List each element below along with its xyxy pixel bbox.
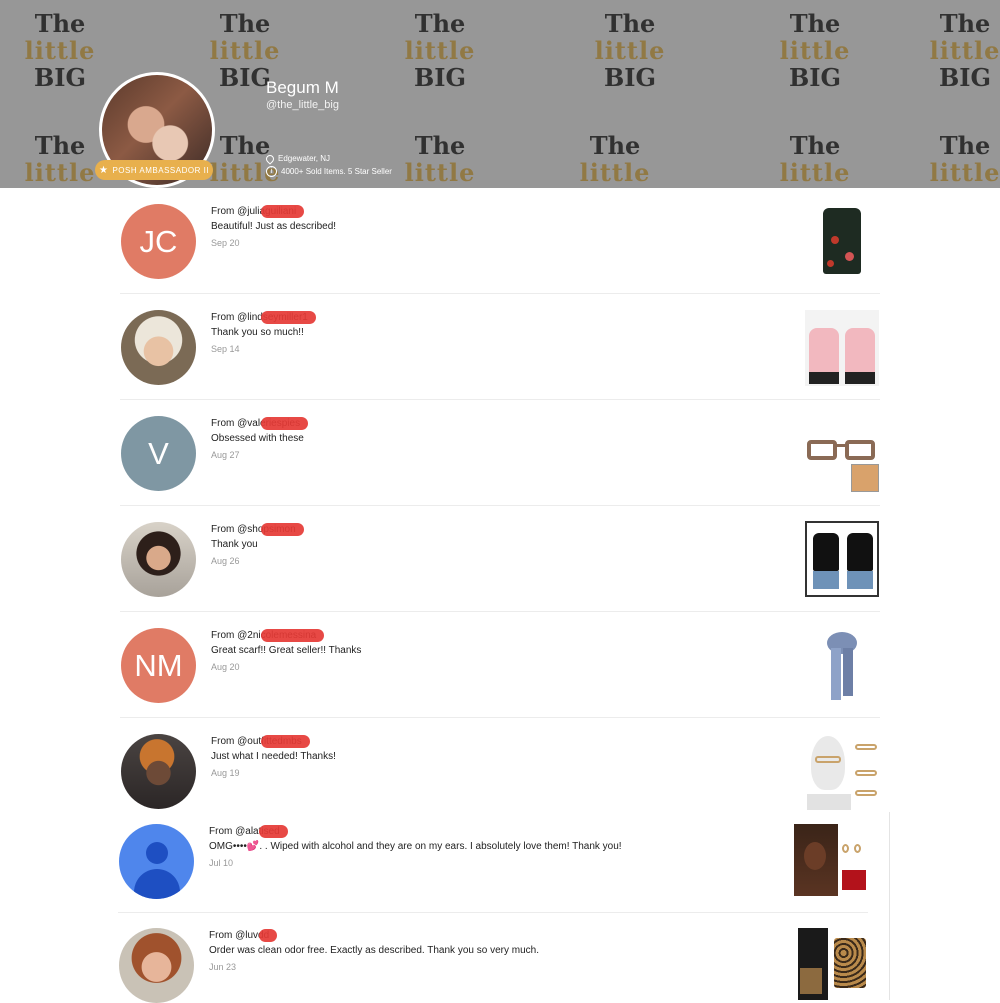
- review-date: Sep 14: [211, 344, 240, 354]
- profile-location-text: Edgewater, NJ: [278, 154, 331, 163]
- reviewer-handle-redacted[interactable]: shopsimon: [247, 524, 295, 535]
- profile-location: Edgewater, NJ: [264, 152, 331, 165]
- review-item: From @lindseymiller1 Thank you so much!!…: [120, 294, 880, 400]
- review-message: OMG••••💕. . Wiped with alcohol and they …: [209, 841, 622, 852]
- review-item: From @outfittedmbs Just what I needed! T…: [120, 718, 880, 823]
- reviewer-handle-redacted[interactable]: valeriespies: [247, 418, 300, 429]
- review-date: Jul 10: [209, 858, 234, 868]
- review-message: Great scarf!! Great seller!! Thanks: [211, 645, 362, 656]
- person-icon: [146, 842, 168, 864]
- review-from-label: From @: [211, 312, 248, 323]
- reviewer-initials: JC: [139, 223, 178, 259]
- reviewer-initials: NM: [134, 647, 183, 683]
- review-from[interactable]: From @shopsimon: [211, 524, 296, 535]
- product-thumbnail[interactable]: [805, 310, 879, 386]
- review-from[interactable]: From @outfittedmbs: [211, 736, 302, 747]
- profile-name: Begum M: [266, 78, 339, 97]
- product-thumbnail[interactable]: [794, 824, 868, 900]
- star-icon: ★: [98, 164, 109, 176]
- reviewer-handle-redacted[interactable]: juliaguiliani: [247, 206, 296, 217]
- reviewer-avatar[interactable]: [121, 522, 196, 597]
- reviewer-handle-redacted[interactable]: luvdd: [245, 930, 269, 941]
- location-pin-icon: [264, 152, 276, 165]
- reviewer-handle-redacted[interactable]: lindseymiller1: [247, 312, 308, 323]
- profile-stats: i 4000+ Sold Items. 5 Star Seller: [266, 166, 392, 177]
- reviewer-avatar[interactable]: [119, 824, 194, 899]
- review-from[interactable]: From @alatised: [209, 826, 280, 837]
- reviewer-avatar[interactable]: [119, 928, 194, 1003]
- reviewer-handle-redacted[interactable]: 2nicolemessina: [247, 630, 316, 641]
- reviewer-initials: V: [148, 435, 169, 471]
- review-item: From @alatised OMG••••💕. . Wiped with al…: [118, 812, 868, 913]
- review-from[interactable]: From @valeriespies: [211, 418, 300, 429]
- review-date: Jun 23: [209, 962, 237, 972]
- review-message: Order was clean odor free. Exactly as de…: [209, 945, 539, 956]
- reviewer-avatar[interactable]: NM: [121, 628, 196, 703]
- review-from[interactable]: From @juliaguiliani: [211, 206, 296, 217]
- reviewer-handle-redacted[interactable]: alatised: [245, 826, 279, 837]
- profile-stats-text: 4000+ Sold Items. 5 Star Seller: [281, 167, 392, 176]
- review-from-label: From @: [211, 630, 248, 641]
- review-item: From @shopsimon Thank you Aug 26: [120, 506, 880, 612]
- product-thumbnail[interactable]: [805, 628, 879, 704]
- review-item: JC From @juliaguiliani Beautiful! Just a…: [120, 188, 880, 294]
- review-message: Obsessed with these: [211, 433, 304, 444]
- reviewer-avatar[interactable]: [121, 734, 196, 809]
- review-date: Aug 19: [211, 768, 240, 778]
- ambassador-badge: ★ POSH AMBASSADOR II: [95, 160, 213, 180]
- review-from[interactable]: From @2nicolemessina: [211, 630, 316, 641]
- review-from-label: From @: [211, 206, 248, 217]
- review-item: NM From @2nicolemessina Great scarf!! Gr…: [120, 612, 880, 718]
- review-item: V From @valeriespies Obsessed with these…: [120, 400, 880, 506]
- review-message: Thank you: [211, 539, 258, 550]
- review-from-label: From @: [211, 418, 248, 429]
- reviewer-avatar[interactable]: V: [121, 416, 196, 491]
- review-message: Thank you so much!!: [211, 327, 304, 338]
- review-item: From @luvdd Order was clean odor free. E…: [118, 912, 868, 1003]
- profile-handle[interactable]: @the_little_big: [266, 99, 339, 111]
- review-date: Aug 26: [211, 556, 240, 566]
- review-message: Beautiful! Just as described!: [211, 221, 337, 232]
- review-from-label: From @: [209, 930, 246, 941]
- reviewer-avatar[interactable]: [121, 310, 196, 385]
- product-thumbnail[interactable]: [805, 202, 879, 278]
- product-thumbnail[interactable]: [805, 521, 879, 597]
- review-date: Sep 20: [211, 238, 240, 248]
- review-date: Aug 27: [211, 450, 240, 460]
- product-thumbnail[interactable]: [805, 734, 879, 810]
- product-thumbnail[interactable]: [794, 928, 868, 1000]
- review-from-label: From @: [209, 826, 246, 837]
- screenshot-seam: [889, 812, 890, 1000]
- review-from[interactable]: From @luvdd: [209, 930, 269, 941]
- review-date: Aug 20: [211, 662, 240, 672]
- reviewer-avatar[interactable]: JC: [121, 204, 196, 279]
- review-from-label: From @: [211, 524, 248, 535]
- review-from[interactable]: From @lindseymiller1: [211, 312, 308, 323]
- review-from-label: From @: [211, 736, 248, 747]
- info-icon: i: [266, 166, 277, 177]
- reviewer-handle-redacted[interactable]: outfittedmbs: [247, 736, 301, 747]
- review-message: Just what I needed! Thanks!: [211, 751, 336, 762]
- ambassador-badge-label: POSH AMBASSADOR II: [112, 165, 210, 175]
- product-thumbnail[interactable]: [805, 416, 879, 492]
- profile-banner: The little BIG The little BIG The little BIG The l…: [0, 0, 1000, 188]
